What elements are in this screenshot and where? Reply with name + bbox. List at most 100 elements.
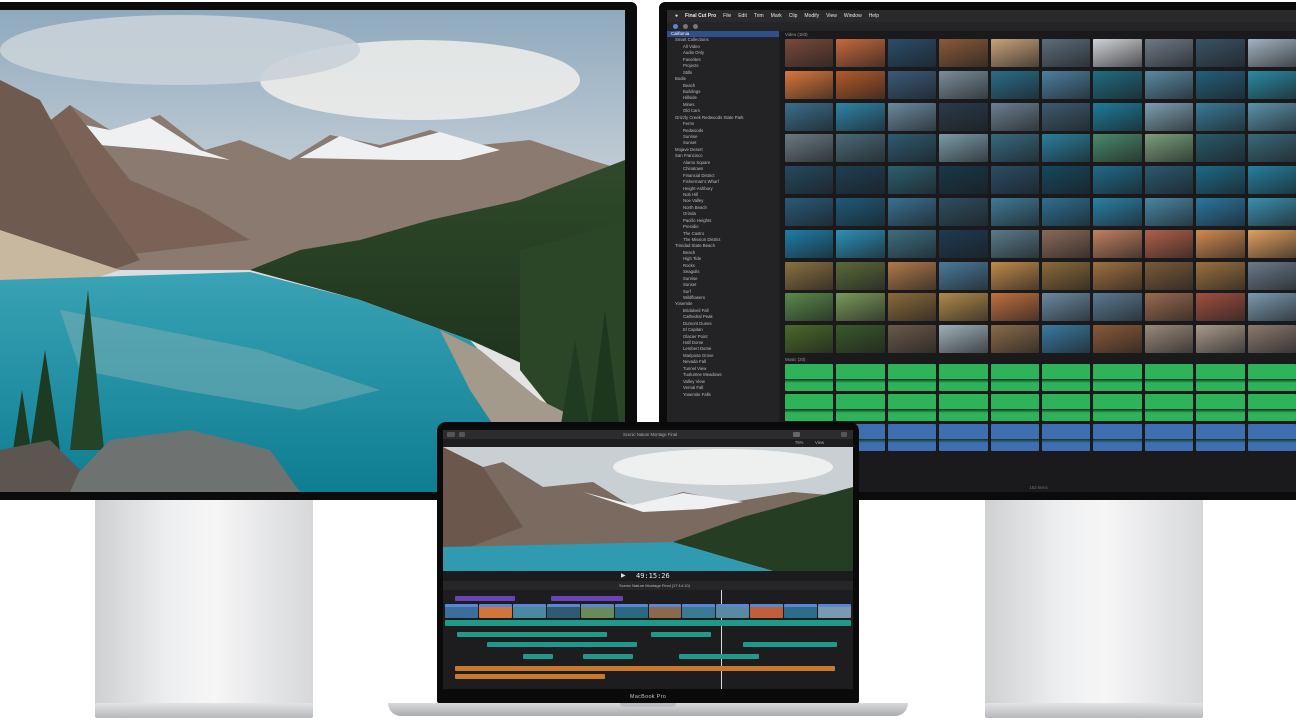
- video-clip-thumbnail[interactable]: [1247, 166, 1296, 195]
- video-clip-thumbnail[interactable]: [785, 229, 834, 258]
- video-clip-thumbnail[interactable]: [836, 102, 885, 131]
- storyline-clip[interactable]: [580, 604, 614, 618]
- menu-clip[interactable]: Clip: [789, 13, 798, 19]
- menu-mark[interactable]: Mark: [771, 13, 782, 19]
- video-clip-thumbnail[interactable]: [1196, 102, 1245, 131]
- audio-clip[interactable]: [651, 632, 711, 637]
- video-clip-thumbnail[interactable]: [1144, 102, 1194, 131]
- video-clip-thumbnail[interactable]: [1247, 293, 1296, 322]
- menu-window[interactable]: Window: [844, 13, 862, 19]
- video-clip-thumbnail[interactable]: [785, 197, 834, 226]
- storyline-clip[interactable]: [784, 604, 818, 618]
- video-clip-thumbnail[interactable]: [990, 39, 1040, 67]
- video-clip-thumbnail[interactable]: [1144, 261, 1194, 290]
- video-clip-thumbnail[interactable]: [1042, 197, 1091, 226]
- video-clip-thumbnail[interactable]: [1247, 261, 1296, 290]
- audio-clip-thumbnail[interactable]: [1093, 364, 1142, 392]
- video-clip-thumbnail[interactable]: [836, 39, 885, 67]
- audio-clip-thumbnail[interactable]: [887, 424, 937, 452]
- audio-track[interactable]: [445, 620, 851, 626]
- menu-help[interactable]: Help: [869, 13, 879, 19]
- video-clip-thumbnail[interactable]: [1196, 229, 1245, 258]
- audio-clip-thumbnail[interactable]: [1042, 424, 1091, 452]
- video-clip-thumbnail[interactable]: [1093, 229, 1142, 258]
- video-clip-thumbnail[interactable]: [1247, 325, 1296, 354]
- viewer-zoom[interactable]: 75%: [795, 440, 803, 445]
- video-clip-thumbnail[interactable]: [990, 102, 1040, 131]
- audio-clip-thumbnail[interactable]: [990, 364, 1040, 392]
- video-clip-thumbnail[interactable]: [1093, 70, 1142, 99]
- audio-clip-thumbnail[interactable]: [990, 394, 1040, 422]
- audio-clip-thumbnail[interactable]: [1093, 424, 1142, 452]
- audio-clip-thumbnail[interactable]: [1144, 424, 1194, 452]
- audio-clip-thumbnail[interactable]: [1144, 394, 1194, 422]
- video-clip-thumbnail[interactable]: [990, 166, 1040, 195]
- video-clip-thumbnail[interactable]: [785, 39, 834, 67]
- audio-clip-thumbnail[interactable]: [939, 364, 988, 392]
- video-clip-thumbnail[interactable]: [939, 102, 988, 131]
- video-clip-thumbnail[interactable]: [887, 39, 937, 67]
- video-clip-thumbnail[interactable]: [1144, 293, 1194, 322]
- audio-clip-thumbnail[interactable]: [1247, 424, 1296, 452]
- video-clip-thumbnail[interactable]: [1042, 70, 1091, 99]
- menu-edit[interactable]: Edit: [738, 13, 747, 19]
- video-clip-thumbnail[interactable]: [785, 102, 834, 131]
- audio-clip-thumbnail[interactable]: [785, 394, 834, 422]
- menu-view[interactable]: View: [826, 13, 837, 19]
- video-clip-thumbnail[interactable]: [990, 197, 1040, 226]
- video-clip-thumbnail[interactable]: [1144, 134, 1194, 163]
- video-clip-thumbnail[interactable]: [836, 70, 885, 99]
- video-clip-thumbnail[interactable]: [1093, 293, 1142, 322]
- video-clip-thumbnail[interactable]: [1247, 134, 1296, 163]
- storyline-clip[interactable]: [716, 604, 750, 618]
- storyline-clip[interactable]: [818, 604, 852, 618]
- video-clip-thumbnail[interactable]: [1042, 102, 1091, 131]
- titles-button[interactable]: [693, 24, 698, 29]
- video-clip-thumbnail[interactable]: [1093, 134, 1142, 163]
- video-clip-thumbnail[interactable]: [887, 325, 937, 354]
- video-clip-thumbnail[interactable]: [939, 197, 988, 226]
- menu-trim[interactable]: Trim: [754, 13, 764, 19]
- video-clip-thumbnail[interactable]: [887, 293, 937, 322]
- audio-clip-thumbnail[interactable]: [887, 394, 937, 422]
- audio-clip-thumbnail[interactable]: [1042, 394, 1091, 422]
- timeline-title-clip[interactable]: [551, 596, 623, 601]
- video-clip-thumbnail[interactable]: [1196, 70, 1245, 99]
- mini-share-button[interactable]: [841, 432, 847, 437]
- video-clip-thumbnail[interactable]: [1247, 197, 1296, 226]
- video-clip-thumbnail[interactable]: [836, 261, 885, 290]
- menu-file[interactable]: File: [723, 13, 731, 19]
- video-clip-thumbnail[interactable]: [1042, 229, 1091, 258]
- photos-button[interactable]: [683, 24, 688, 29]
- music-track[interactable]: [455, 666, 835, 671]
- mini-keyword-button[interactable]: [459, 432, 465, 437]
- storyline-clip[interactable]: [682, 604, 716, 618]
- video-clip-thumbnail[interactable]: [1093, 325, 1142, 354]
- audio-clip-thumbnail[interactable]: [939, 424, 988, 452]
- video-clip-thumbnail[interactable]: [785, 261, 834, 290]
- video-clip-thumbnail[interactable]: [1042, 166, 1091, 195]
- mini-layout-button[interactable]: [793, 432, 800, 437]
- video-clip-thumbnail[interactable]: [990, 70, 1040, 99]
- video-clip-thumbnail[interactable]: [785, 293, 834, 322]
- audio-clip-thumbnail[interactable]: [1247, 364, 1296, 392]
- video-clip-thumbnail[interactable]: [990, 261, 1040, 290]
- viewer-view-menu[interactable]: View: [815, 440, 824, 445]
- video-clip-thumbnail[interactable]: [836, 166, 885, 195]
- audio-clip-thumbnail[interactable]: [990, 424, 1040, 452]
- video-clip-thumbnail[interactable]: [1093, 166, 1142, 195]
- video-clip-thumbnail[interactable]: [836, 134, 885, 163]
- audio-clip[interactable]: [487, 642, 637, 647]
- audio-clip-thumbnail[interactable]: [1093, 394, 1142, 422]
- video-clip-thumbnail[interactable]: [1093, 102, 1142, 131]
- video-clip-thumbnail[interactable]: [887, 166, 937, 195]
- video-clip-thumbnail[interactable]: [785, 134, 834, 163]
- video-clip-thumbnail[interactable]: [1144, 166, 1194, 195]
- menu-modify[interactable]: Modify: [804, 13, 819, 19]
- video-clip-thumbnail[interactable]: [887, 197, 937, 226]
- video-clip-thumbnail[interactable]: [939, 293, 988, 322]
- video-clip-thumbnail[interactable]: [836, 197, 885, 226]
- video-clip-thumbnail[interactable]: [887, 134, 937, 163]
- storyline-clip[interactable]: [614, 604, 648, 618]
- audio-clip[interactable]: [679, 654, 759, 659]
